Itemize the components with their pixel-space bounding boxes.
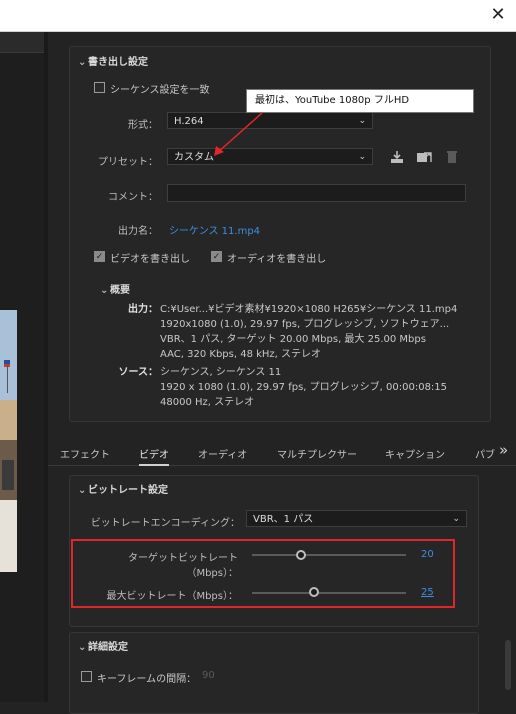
chevron-down-icon: ⌄	[78, 485, 87, 496]
callout-annotation: 最初は、YouTube 1080p フルHD	[246, 89, 474, 113]
tab-audio[interactable]: オーディオ	[198, 446, 247, 461]
preview-thumbnail	[0, 310, 17, 572]
summary-source-key: ソース：	[118, 367, 159, 378]
format-label: 形式：	[128, 120, 158, 131]
import-preset-icon[interactable]	[416, 149, 432, 165]
bitrate-settings-title: ビットレート設定	[88, 485, 168, 496]
target-bitrate-label: ターゲットビットレート（Mbps）：	[128, 553, 238, 579]
scrollbar-thumb[interactable]	[505, 640, 511, 690]
tab-effects[interactable]: エフェクト	[60, 446, 110, 461]
chevron-down-icon: ⌄	[100, 285, 109, 296]
target-bitrate-value[interactable]: 20	[421, 549, 434, 560]
preset-label: プリセット：	[98, 157, 158, 168]
summary-output-key: 出力：	[128, 304, 158, 315]
summary-output-line: VBR、1 パス, ターゲット 20.00 Mbps, 最大 25.00 Mbp…	[160, 334, 426, 345]
tab-captions[interactable]: キャプション	[385, 446, 445, 461]
output-name-link[interactable]: シーケンス 11.mp4	[169, 222, 260, 237]
export-video-checkbox[interactable]: ✓	[94, 251, 105, 262]
tab-multiplexer[interactable]: マルチプレクサー	[277, 446, 357, 461]
summary-output-line: 1920x1080 (1.0), 29.97 fps, プログレッシブ, ソフト…	[160, 319, 450, 330]
output-name-label: 出力名：	[118, 226, 158, 237]
chevron-down-icon: ⌄	[358, 152, 366, 162]
max-bitrate-slider[interactable]	[252, 592, 406, 594]
match-sequence-checkbox[interactable]	[94, 82, 105, 93]
bitrate-encoding-value: VBR、1 パス	[253, 514, 314, 525]
bitrate-settings-header[interactable]: ⌄ ビットレート設定	[78, 481, 168, 496]
summary-source-line: 1920 x 1080 (1.0), 29.97 fps, プログレッシブ, 0…	[160, 382, 448, 393]
tab-publish[interactable]: パブ	[475, 446, 495, 461]
summary-title: 概要	[110, 285, 130, 296]
keyframe-interval-checkbox[interactable]	[81, 671, 92, 682]
bitrate-encoding-label: ビットレートエンコーディング：	[90, 518, 240, 529]
export-settings-title: 書き出し設定	[88, 57, 148, 68]
chevron-down-icon: ⌄	[78, 642, 87, 653]
summary-source-line: 48000 Hz, ステレオ	[160, 397, 255, 408]
summary-output-line: AAC, 320 Kbps, 48 kHz, ステレオ	[160, 349, 322, 360]
export-video-label: ビデオを書き出し	[110, 254, 190, 265]
keyframe-interval-value[interactable]: 90	[202, 670, 215, 681]
summary-header[interactable]: ⌄ 概要	[100, 281, 130, 296]
close-button[interactable]: ✕	[488, 5, 508, 25]
tabs-overflow-icon[interactable]: »	[499, 441, 508, 459]
bitrate-encoding-dropdown[interactable]: VBR、1 パス ⌄	[246, 510, 467, 527]
callout-arrow-icon	[214, 112, 263, 156]
advanced-settings-header[interactable]: ⌄ 詳細設定	[78, 638, 128, 653]
max-bitrate-slider-handle[interactable]	[309, 587, 319, 597]
preview-toolbar	[0, 32, 44, 53]
chevron-down-icon: ⌄	[78, 57, 87, 68]
export-settings-header[interactable]: ⌄ 書き出し設定	[78, 53, 148, 68]
tab-video[interactable]: ビデオ	[139, 446, 169, 466]
export-audio-label: オーディオを書き出し	[227, 254, 327, 265]
save-preset-icon[interactable]	[389, 149, 405, 165]
match-sequence-label: シーケンス設定を一致	[110, 85, 210, 96]
advanced-settings-title: 詳細設定	[88, 642, 128, 653]
target-bitrate-slider-handle[interactable]	[296, 550, 306, 560]
title-bar	[0, 0, 516, 32]
format-dropdown[interactable]: H.264 ⌄	[167, 112, 373, 129]
chevron-down-icon: ⌄	[452, 514, 460, 524]
summary-output-line: C:¥User...¥ビデオ素材¥1920×1080 H265¥シーケンス 11…	[160, 304, 458, 315]
delete-preset-icon[interactable]	[444, 149, 460, 165]
target-bitrate-slider[interactable]	[252, 554, 406, 556]
preset-dropdown[interactable]: カスタム ⌄	[167, 148, 373, 165]
comment-label: コメント：	[108, 192, 158, 203]
keyframe-interval-label: キーフレームの間隔：	[97, 674, 197, 685]
comment-field[interactable]	[167, 184, 466, 202]
chevron-down-icon: ⌄	[358, 116, 366, 126]
summary-source-line: シーケンス, シーケンス 11	[160, 367, 282, 378]
max-bitrate-label: 最大ビットレート（Mbps）：	[106, 591, 238, 602]
max-bitrate-value[interactable]: 25	[421, 587, 434, 598]
export-audio-checkbox[interactable]: ✓	[211, 251, 222, 262]
